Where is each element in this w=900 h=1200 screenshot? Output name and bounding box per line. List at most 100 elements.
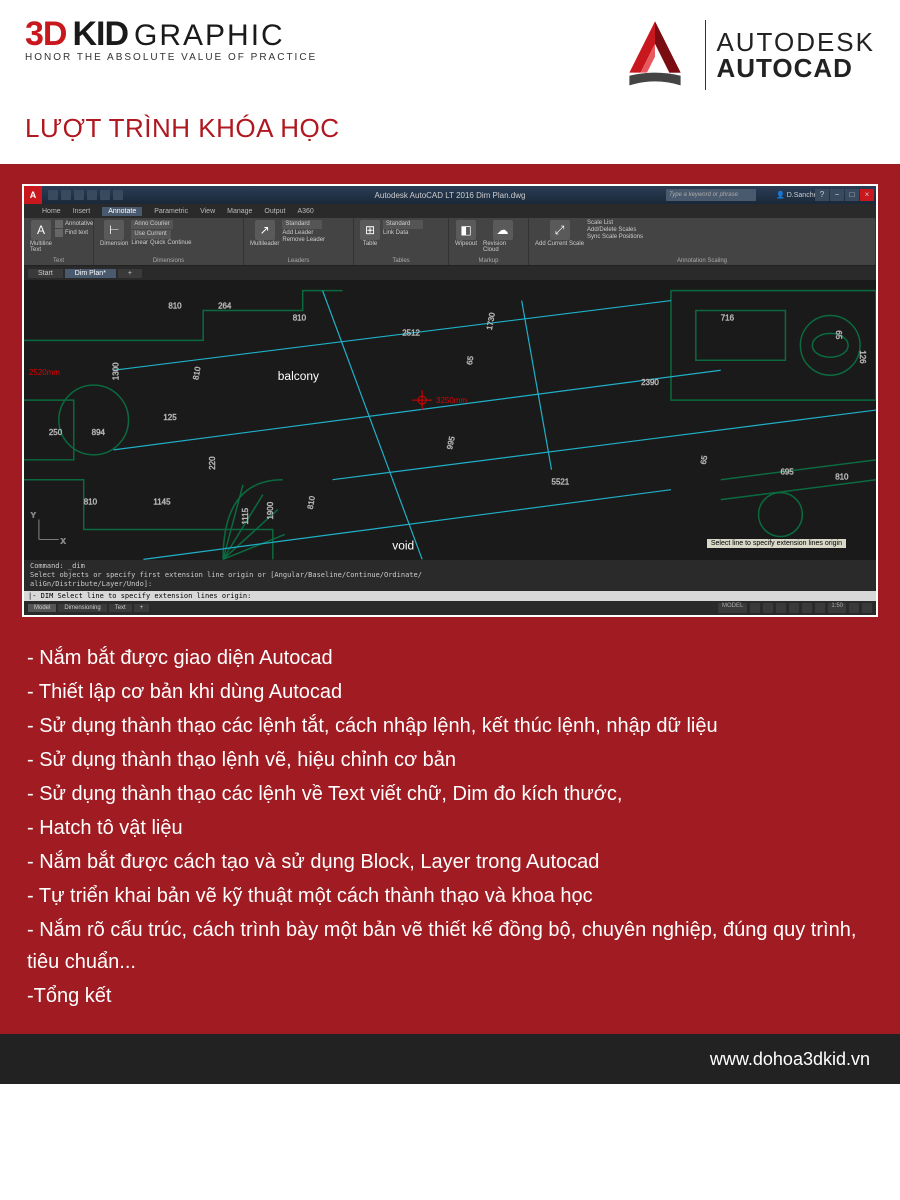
status-max-icon[interactable]: [862, 603, 872, 613]
close-button[interactable]: ×: [860, 189, 874, 201]
revcloud-icon: ☁: [493, 220, 513, 240]
qat-print-icon[interactable]: [113, 190, 123, 200]
footer-url: www.dohoa3dkid.vn: [710, 1049, 870, 1070]
label-void: void: [392, 538, 414, 552]
wipeout-button[interactable]: ◧ Wipeout: [455, 220, 477, 253]
qat-new-icon[interactable]: [48, 190, 58, 200]
dim-style-dd[interactable]: Anno Courier: [131, 220, 172, 229]
panel-label-markup: Markup: [449, 258, 528, 264]
panel-label-leaders: Leaders: [244, 258, 353, 264]
continue-button[interactable]: Continue: [167, 240, 191, 246]
sync-scale-button[interactable]: Sync Scale Positions: [587, 234, 643, 240]
tab-parametric[interactable]: Parametric: [154, 208, 188, 215]
dim-810bl: 810: [84, 498, 98, 507]
qat-undo-icon[interactable]: [87, 190, 97, 200]
list-item: - Sử dụng thành thạo lệnh vẽ, hiệu chỉnh…: [27, 744, 873, 776]
find-text-input[interactable]: Find text: [65, 230, 88, 236]
dim-1900: 1900: [266, 501, 275, 519]
annotative-dd[interactable]: Annotative: [65, 221, 93, 227]
revcloud-button[interactable]: ☁ Revision Cloud: [483, 220, 522, 253]
dim-695: 695: [780, 468, 794, 477]
dim-810c: 810: [191, 365, 202, 380]
wipeout-label: Wipeout: [455, 241, 477, 247]
minimize-button[interactable]: −: [830, 189, 844, 201]
ribbon-panel-tables: ⊞ Table Standard Link Data Tables: [354, 218, 449, 265]
multiline-text-label: Multiline Text: [30, 241, 52, 253]
tab-annotate[interactable]: Annotate: [102, 207, 142, 216]
dimension-button[interactable]: ⊢ Dimension: [100, 220, 128, 254]
status-scale[interactable]: 1:50: [828, 603, 846, 613]
status-snap-icon[interactable]: [763, 603, 773, 613]
link-data-button[interactable]: Link Data: [383, 230, 408, 236]
dim-250: 250: [49, 428, 63, 437]
doctab-dimplan[interactable]: Dim Plan*: [65, 269, 116, 278]
tab-view[interactable]: View: [200, 208, 215, 215]
ribbon-panel-text: A Multiline Text Annotative Find text Te…: [24, 218, 94, 265]
search-input[interactable]: Type a keyword or phrase: [666, 189, 756, 201]
add-delete-scales-button[interactable]: Add/Delete Scales: [587, 227, 636, 233]
status-osnap-icon[interactable]: [802, 603, 812, 613]
help-button[interactable]: ?: [815, 189, 829, 201]
dim-1115: 1115: [241, 507, 250, 524]
dimension-icon: ⊢: [104, 220, 124, 240]
add-scale-button[interactable]: ⤢ Add Current Scale: [535, 220, 584, 248]
tab-insert[interactable]: Insert: [73, 208, 91, 215]
app-menu-button[interactable]: A: [24, 186, 42, 204]
layout-text[interactable]: Text: [109, 604, 132, 612]
maximize-button[interactable]: □: [845, 189, 859, 201]
dim-264: 264: [218, 302, 232, 311]
layout-model[interactable]: Model: [28, 604, 56, 612]
qat-save-icon[interactable]: [74, 190, 84, 200]
document-tabs: Start Dim Plan* +: [24, 266, 876, 280]
scale-list-button[interactable]: Scale List: [587, 220, 613, 226]
cmd-line2: Select objects or specify first extensio…: [30, 571, 870, 580]
autodesk-bottom: AUTOCAD: [716, 55, 875, 81]
logo-tagline: HONOR THE ABSOLUTE VALUE OF PRACTICE: [25, 52, 317, 63]
status-ortho-icon[interactable]: [776, 603, 786, 613]
use-current-dd[interactable]: Use Current: [131, 230, 171, 239]
drawing-canvas[interactable]: 810 264 810 2512 1730 716 65 126 1300 81…: [24, 280, 876, 560]
list-item: - Tự triển khai bản vẽ kỹ thuật một cách…: [27, 880, 873, 912]
tab-output[interactable]: Output: [264, 208, 285, 215]
status-lwt-icon[interactable]: [815, 603, 825, 613]
quick-access-toolbar: [48, 190, 123, 200]
titlebar: A Autodesk AutoCAD LT 2016 Dim Plan.dwg …: [24, 186, 876, 204]
window-buttons: ? − □ ×: [815, 189, 874, 201]
layout-dimensioning[interactable]: Dimensioning: [58, 604, 106, 612]
list-item: - Thiết lập cơ bản khi dùng Autocad: [27, 676, 873, 708]
table-style-dd[interactable]: Standard: [383, 220, 423, 229]
logo-graphic: GRAPHIC: [134, 19, 285, 53]
tab-home[interactable]: Home: [42, 208, 61, 215]
status-model-label[interactable]: MODEL: [718, 603, 747, 613]
status-gear-icon[interactable]: [849, 603, 859, 613]
add-leader-button[interactable]: Add Leader: [282, 230, 313, 236]
list-item: - Sử dụng thành thạo các lệnh tắt, cách …: [27, 710, 873, 742]
table-icon: ⊞: [360, 220, 380, 240]
leader-style-dd[interactable]: Standard: [282, 220, 322, 229]
ribbon-panel-leaders: ↗ Multileader Standard Add Leader Remove…: [244, 218, 354, 265]
linear-button[interactable]: Linear: [131, 240, 148, 246]
qat-redo-icon[interactable]: [100, 190, 110, 200]
status-bar: Model Dimensioning Text + MODEL 1:50: [24, 601, 876, 615]
dim-995: 995: [445, 435, 457, 450]
table-button[interactable]: ⊞ Table: [360, 220, 380, 247]
status-polar-icon[interactable]: [789, 603, 799, 613]
command-input[interactable]: |- DIM Select line to specify extension …: [24, 591, 876, 601]
multiline-text-button[interactable]: A Multiline Text: [30, 220, 52, 253]
tab-a360[interactable]: A360: [297, 208, 313, 215]
remove-leader-button[interactable]: Remove Leader: [282, 237, 325, 243]
multileader-button[interactable]: ↗ Multileader: [250, 220, 279, 251]
layout-add[interactable]: +: [134, 604, 150, 612]
doctab-start[interactable]: Start: [28, 269, 63, 278]
tab-manage[interactable]: Manage: [227, 208, 252, 215]
revcloud-label: Revision Cloud: [483, 241, 522, 253]
qat-open-icon[interactable]: [61, 190, 71, 200]
list-item: - Hatch tô vật liệu: [27, 812, 873, 844]
doctab-add[interactable]: +: [118, 269, 142, 278]
wipeout-icon: ◧: [456, 220, 476, 240]
panel-label-dim: Dimensions: [94, 258, 243, 264]
quick-button[interactable]: Quick: [150, 240, 165, 246]
dim-810a: 810: [168, 302, 182, 311]
status-grid-icon[interactable]: [750, 603, 760, 613]
svg-text:X: X: [61, 538, 66, 545]
